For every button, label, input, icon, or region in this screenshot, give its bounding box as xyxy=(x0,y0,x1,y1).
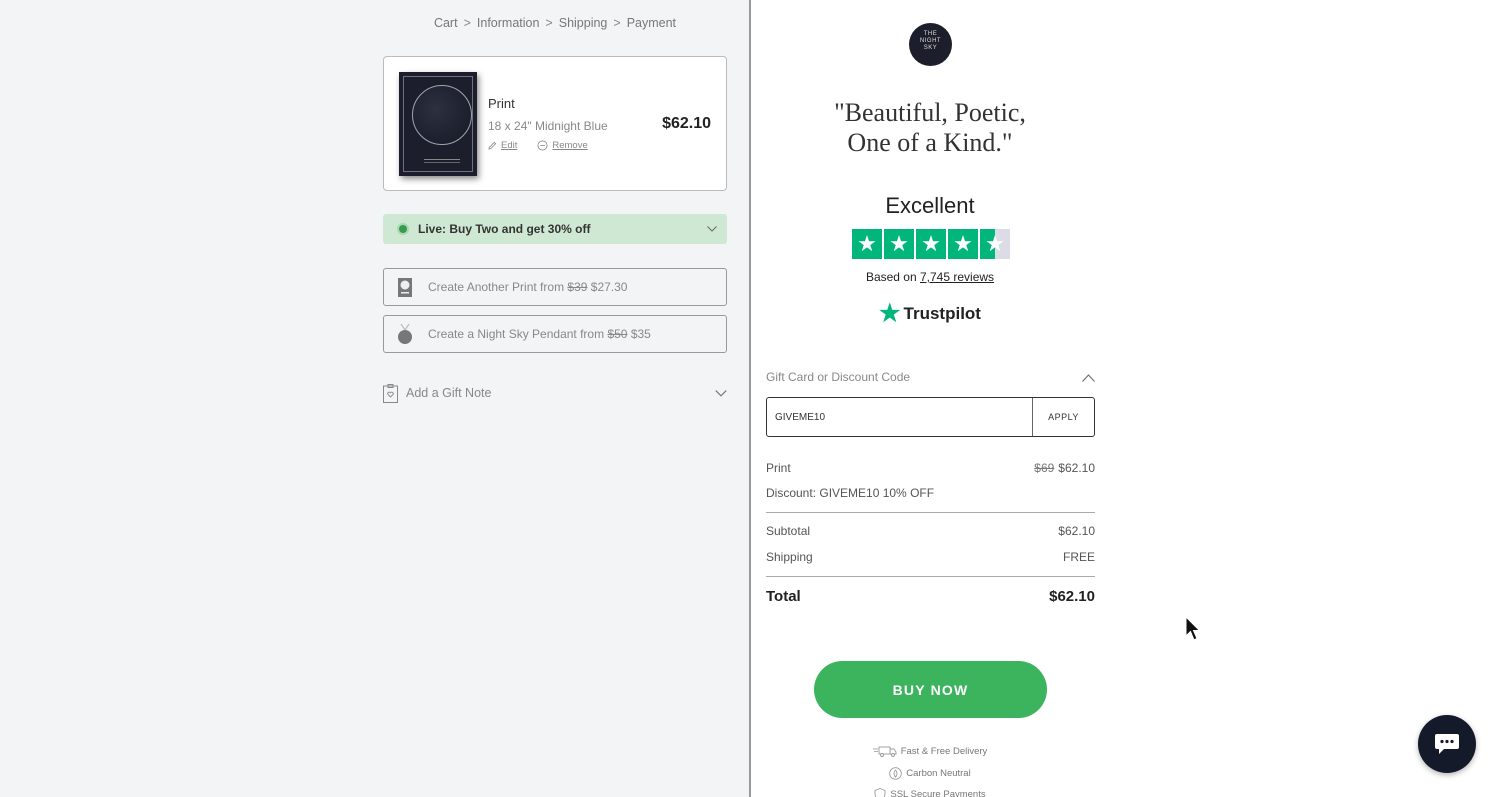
subtotal-label: Subtotal xyxy=(766,524,811,538)
reviews-count: Based on 7,745 reviews xyxy=(865,270,995,284)
breadcrumb-shipping[interactable]: Shipping xyxy=(559,16,608,30)
pendant-icon xyxy=(398,324,412,344)
pencil-icon xyxy=(488,141,497,150)
remove-label: Remove xyxy=(552,140,588,151)
perk-delivery: Fast & Free Delivery xyxy=(830,746,1030,757)
gift-note-toggle[interactable]: Add a Gift Note xyxy=(383,381,727,405)
breadcrumb-separator: > xyxy=(463,16,471,30)
edit-item-link[interactable]: Edit xyxy=(488,140,517,151)
upsell-another-print[interactable]: Create Another Print from $39 $27.30 xyxy=(383,268,727,306)
chat-bubble-icon xyxy=(1435,734,1459,754)
subtotal-value: $62.10 xyxy=(1058,524,1095,538)
upsell-new-price: $35 xyxy=(630,327,651,341)
trustpilot-star-icon: ★ xyxy=(879,300,901,327)
item-variant: 18 x 24" Midnight Blue xyxy=(488,119,608,133)
brand-logo: THE NIGHT SKY xyxy=(909,23,952,66)
remove-item-link[interactable]: Remove xyxy=(537,140,588,151)
summary-item-old-price: $69 xyxy=(1034,461,1055,475)
promo-text: Live: Buy Two and get 30% off xyxy=(418,222,591,236)
upsell-old-price: $39 xyxy=(567,280,588,294)
summary-discount-row: Discount: GIVEME10 10% OFF xyxy=(766,486,1095,500)
upsell-pendant[interactable]: Create a Night Sky Pendant from $50 $35 xyxy=(383,315,727,353)
breadcrumb-information[interactable]: Information xyxy=(477,16,540,30)
perk-ssl: SSL Secure Payments xyxy=(830,788,1030,797)
rating-label: Excellent xyxy=(885,193,975,218)
breadcrumb-payment: Payment xyxy=(626,16,677,30)
breadcrumb-separator: > xyxy=(613,16,621,30)
summary-discount-label: Discount: GIVEME10 10% OFF xyxy=(766,486,935,500)
upsell-label: Create Another Print from xyxy=(428,280,565,294)
summary-total-row: Total $62.10 xyxy=(766,588,1095,605)
half-star-icon: ★ xyxy=(980,229,1010,259)
star-icon: ★ xyxy=(852,229,882,259)
star-icon: ★ xyxy=(948,229,978,259)
upsell-label: Create a Night Sky Pendant from xyxy=(428,327,605,341)
chevron-down-icon xyxy=(715,389,727,397)
item-name: Print xyxy=(488,96,515,111)
breadcrumb: Cart > Information > Shipping > Payment xyxy=(383,16,727,30)
gift-note-label: Add a Gift Note xyxy=(406,386,492,400)
reviews-link[interactable]: 7,745 reviews xyxy=(920,270,994,284)
perk-carbon: Carbon Neutral xyxy=(830,767,1030,780)
shipping-value: FREE xyxy=(1062,550,1095,564)
promo-banner[interactable]: Live: Buy Two and get 30% off xyxy=(383,214,727,244)
mouse-cursor-icon xyxy=(1185,616,1201,641)
summary-item-row: Print $69 $62.10 xyxy=(766,461,1095,475)
upsell-new-price: $27.30 xyxy=(590,280,628,294)
rating-stars: ★ ★ ★ ★ ★ xyxy=(852,229,1010,259)
testimonial-quote: "Beautiful, Poetic, One of a Kind." xyxy=(834,98,1026,157)
summary-subtotal-row: Subtotal $62.10 xyxy=(766,524,1095,538)
remove-circle-icon xyxy=(537,140,548,151)
leaf-icon xyxy=(889,767,903,780)
gift-card-icon xyxy=(383,383,398,403)
star-icon: ★ xyxy=(916,229,946,259)
print-icon xyxy=(398,277,412,297)
edit-label: Edit xyxy=(501,140,518,151)
discount-label: Gift Card or Discount Code xyxy=(766,370,911,384)
chevron-down-icon xyxy=(707,226,717,232)
live-dot-icon xyxy=(397,223,409,235)
upsell-old-price: $50 xyxy=(607,327,628,341)
summary-shipping-row: Shipping FREE xyxy=(766,550,1095,564)
apply-discount-button[interactable]: APPLY xyxy=(1032,398,1094,436)
shipping-label: Shipping xyxy=(766,550,813,564)
total-label: Total xyxy=(766,588,801,605)
summary-divider xyxy=(766,576,1095,577)
chat-widget-button[interactable] xyxy=(1418,715,1476,773)
summary-item-price: $62.10 xyxy=(1058,461,1095,475)
discount-field: APPLY xyxy=(766,397,1095,437)
shield-icon xyxy=(874,788,886,797)
delivery-truck-icon xyxy=(872,746,897,757)
product-thumbnail xyxy=(399,72,477,176)
total-value: $62.10 xyxy=(1049,588,1095,605)
item-price: $62.10 xyxy=(662,115,711,132)
discount-code-input[interactable] xyxy=(767,398,1032,436)
trustpilot-logo: ★ Trustpilot xyxy=(879,300,981,327)
star-icon: ★ xyxy=(884,229,914,259)
cart-item-card: Print 18 x 24" Midnight Blue Edit Remove… xyxy=(383,56,727,191)
breadcrumb-cart[interactable]: Cart xyxy=(434,16,458,30)
summary-divider xyxy=(766,512,1095,513)
breadcrumb-separator: > xyxy=(545,16,553,30)
buy-now-button[interactable]: BUY NOW xyxy=(814,661,1047,718)
summary-item-label: Print xyxy=(766,461,791,475)
chevron-up-icon[interactable] xyxy=(1082,374,1095,382)
